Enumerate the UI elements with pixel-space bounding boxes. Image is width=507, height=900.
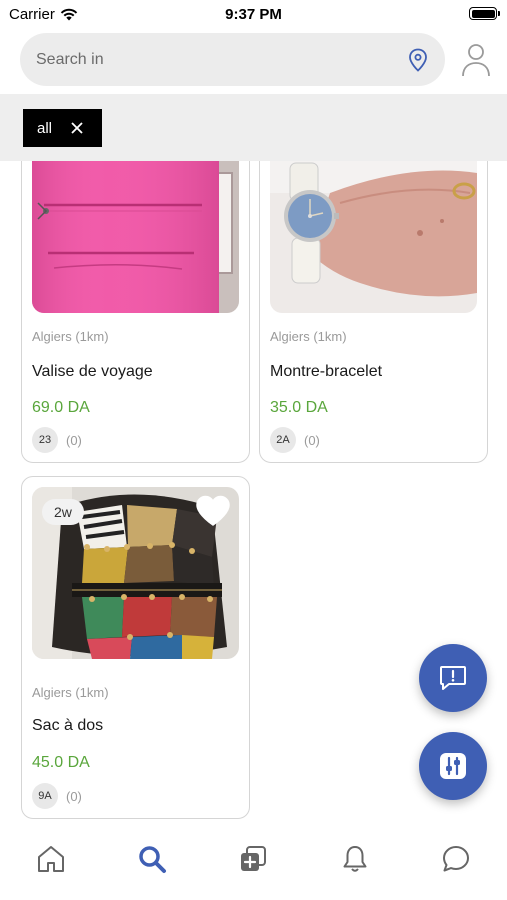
chat-icon (443, 845, 470, 871)
listing-title[interactable]: Valise de voyage (32, 363, 153, 381)
seller-badge[interactable]: 23 (32, 427, 58, 453)
nav-notifications[interactable] (325, 837, 385, 881)
seller-badge[interactable]: 2A (270, 427, 296, 453)
listing-meta: 23 (0) (32, 427, 82, 453)
heart-icon[interactable] (195, 495, 231, 527)
bottom-nav (0, 823, 507, 900)
listing-meta: 9A (0) (32, 783, 82, 809)
nav-home[interactable] (21, 837, 81, 881)
listing-image[interactable]: 2w (32, 487, 239, 659)
listing-card[interactable]: Algiers (1km) Valise de voyage 69.0 DA 2… (21, 130, 250, 463)
nav-add-post[interactable] (223, 837, 283, 881)
listing-card[interactable]: 2w Algiers (1km) Sac à dos 45.0 DA 9A (0… (21, 476, 250, 819)
feedback-button[interactable] (419, 644, 487, 712)
listing-price: 69.0 DA (32, 399, 90, 416)
listing-price: 35.0 DA (270, 399, 328, 416)
filter-bar: all (0, 94, 507, 161)
review-count: (0) (304, 432, 320, 448)
add-post-icon (241, 845, 267, 871)
listing-age-badge: 2w (42, 499, 84, 525)
seller-badge[interactable]: 9A (32, 783, 58, 809)
filters-button[interactable] (419, 732, 487, 800)
listing-price: 45.0 DA (32, 754, 90, 771)
listing-title[interactable]: Sac à dos (32, 717, 103, 735)
bell-icon (343, 845, 367, 872)
listing-title[interactable]: Montre-bracelet (270, 363, 382, 381)
nav-search[interactable] (122, 837, 182, 881)
review-count: (0) (66, 788, 82, 804)
search-icon (139, 845, 167, 873)
close-icon[interactable] (70, 121, 84, 135)
listing-location: Algiers (1km) (270, 329, 347, 344)
listing-location: Algiers (1km) (32, 329, 109, 344)
sliders-icon (440, 753, 466, 779)
listing-location: Algiers (1km) (32, 685, 109, 700)
filter-chip-all[interactable]: all (23, 109, 102, 147)
home-icon (37, 845, 64, 872)
listing-card[interactable]: Algiers (1km) Montre-bracelet 35.0 DA 2A… (259, 130, 488, 463)
review-count: (0) (66, 432, 82, 448)
message-alert-icon (440, 666, 466, 690)
filter-chip-label: all (37, 119, 53, 137)
nav-chat[interactable] (426, 837, 486, 881)
listing-meta: 2A (0) (270, 427, 320, 453)
